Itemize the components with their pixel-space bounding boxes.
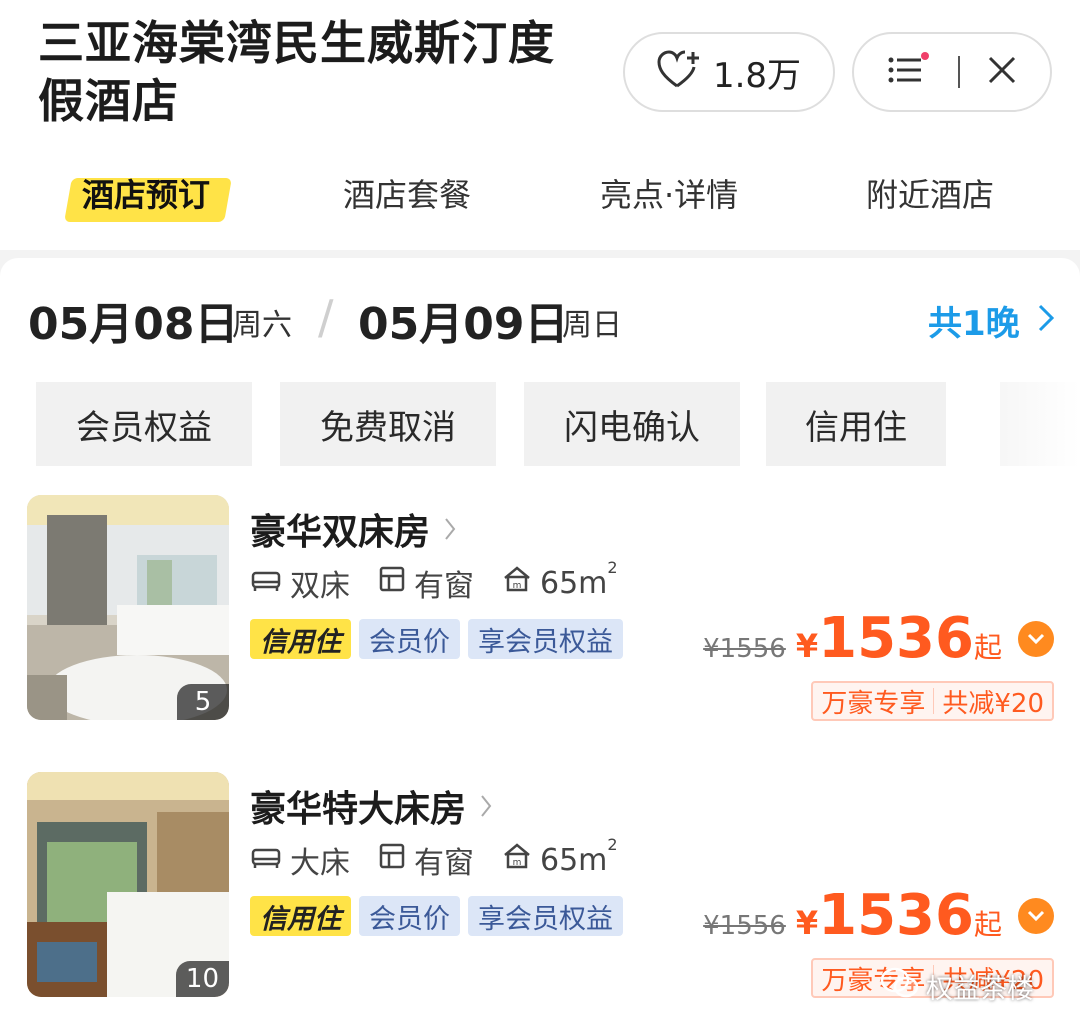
nights-count: 共1晚 [928, 304, 1020, 344]
favorite-count: 1.8万 [712, 55, 802, 96]
tag-member-benefits: 享会员权益 [468, 896, 623, 936]
chevron-right-icon [480, 786, 492, 827]
promo-discount: 共减¥20 [942, 688, 1044, 719]
filter-instant-confirm[interactable]: 闪电确认 [524, 382, 740, 466]
tag-member-benefits: 享会员权益 [468, 619, 623, 659]
watermark: 权益茶楼 [880, 966, 1034, 1007]
bed-type: 双床 [290, 569, 350, 604]
room-area: 65m [540, 565, 608, 601]
photo-count-badge: 5 [177, 684, 229, 720]
bed-type: 大床 [290, 846, 350, 881]
filter-free-cancel[interactable]: 免费取消 [280, 382, 496, 466]
window-attr: 有窗 [378, 838, 474, 882]
checkout-weekday: 周日 [562, 308, 622, 343]
room-card[interactable]: 5 豪华双床房 双床 有窗 m 65m2 信用住 会员价 享会员权益 ¥1556… [0, 495, 1080, 725]
currency-symbol: ¥ [795, 627, 819, 665]
booking-card: 05月08日 周六 / 05月09日 周日 共1晚 会员权益 免费取消 闪电确认… [0, 258, 1080, 1035]
chevron-right-icon [444, 509, 456, 550]
area-superscript: 2 [607, 557, 618, 577]
date-selector[interactable]: 05月08日 周六 / 05月09日 周日 共1晚 [28, 288, 1058, 350]
tab-hotel-packages[interactable]: 酒店套餐 [343, 170, 471, 216]
photo-count-badge: 10 [175, 961, 229, 997]
expand-rates-button[interactable] [1018, 898, 1054, 934]
bed-attr: 大床 [250, 838, 350, 882]
chevron-right-icon [1038, 301, 1054, 341]
bed-icon [250, 566, 282, 601]
room-title[interactable]: 豪华双床房 [250, 503, 456, 555]
tab-nearby-hotels[interactable]: 附近酒店 [866, 170, 994, 216]
tab-highlights-details[interactable]: 亮点·详情 [600, 170, 738, 216]
price-suffix: 起 [973, 908, 1002, 941]
price-block[interactable]: ¥1556 ¥ 1536 起 [703, 888, 1054, 944]
chevron-down-icon [1027, 907, 1045, 926]
checkout-date: 05月09日 [358, 299, 569, 350]
price-suffix: 起 [973, 631, 1002, 664]
house-icon: m [502, 842, 532, 878]
window-icon [378, 842, 406, 878]
room-photo[interactable]: 5 [27, 495, 229, 720]
tag-credit-stay: 信用住 [250, 619, 351, 659]
filter-member-benefits[interactable]: 会员权益 [36, 382, 252, 466]
watermark-text: 权益茶楼 [926, 974, 1034, 1005]
price-block[interactable]: ¥1556 ¥ 1536 起 [703, 611, 1054, 667]
room-title[interactable]: 豪华特大床房 [250, 780, 492, 832]
room-tags: 信用住 会员价 享会员权益 [250, 896, 623, 936]
svg-text:m: m [513, 581, 522, 591]
list-menu-icon[interactable] [887, 52, 931, 92]
tag-credit-stay: 信用住 [250, 896, 351, 936]
window-type: 有窗 [414, 846, 474, 881]
date-separator: / [318, 290, 334, 344]
svg-text:m: m [513, 858, 522, 868]
heart-plus-icon [657, 50, 701, 94]
checkin-weekday: 周六 [232, 308, 292, 343]
chevron-down-icon [1027, 630, 1045, 649]
filter-scroll-fade [1000, 382, 1080, 466]
room-attributes: 双床 有窗 m 65m2 [250, 558, 646, 605]
tab-hotel-booking[interactable]: 酒店预订 [82, 170, 210, 216]
area-attr: m 65m2 [502, 558, 618, 601]
checkin-date: 05月08日 [28, 299, 239, 350]
bed-icon [250, 843, 282, 878]
tab-bar: 酒店预订 酒店套餐 亮点·详情 附近酒店 [0, 160, 1080, 230]
room-price: 1536 [818, 606, 974, 671]
room-attributes: 大床 有窗 m 65m2 [250, 835, 646, 882]
room-photo[interactable]: 10 [27, 772, 229, 997]
room-name: 豪华双床房 [250, 512, 431, 553]
room-name: 豪华特大床房 [250, 789, 467, 830]
original-price: ¥1556 [703, 911, 786, 941]
menu-close-capsule [852, 32, 1052, 112]
house-icon: m [502, 565, 532, 601]
hotel-header: 三亚海棠湾民生威斯汀度假酒店 1.8万 酒店预订 酒店套餐 亮点·详情 附近酒店 [0, 0, 1080, 250]
currency-symbol: ¥ [795, 904, 819, 942]
tag-member-price: 会员价 [359, 619, 460, 659]
nights-link[interactable]: 共1晚 [928, 296, 1054, 345]
close-icon[interactable] [987, 55, 1017, 89]
expand-rates-button[interactable] [1018, 621, 1054, 657]
capsule-divider [957, 56, 960, 88]
room-area: 65m [540, 842, 608, 878]
tag-member-price: 会员价 [359, 896, 460, 936]
window-type: 有窗 [414, 569, 474, 604]
area-attr: m 65m2 [502, 835, 618, 878]
favorite-button[interactable]: 1.8万 [623, 32, 835, 112]
filter-credit-stay[interactable]: 信用住 [766, 382, 946, 466]
room-price: 1536 [818, 883, 974, 948]
hotel-title: 三亚海棠湾民生威斯汀度假酒店 [38, 16, 555, 128]
window-attr: 有窗 [378, 561, 474, 605]
bed-attr: 双床 [250, 561, 350, 605]
promo-badge: 万豪专享 共减¥20 [811, 681, 1054, 721]
window-icon [378, 565, 406, 601]
wechat-icon [880, 966, 920, 1007]
promo-label: 万豪专享 [821, 688, 926, 719]
original-price: ¥1556 [703, 634, 786, 664]
area-superscript: 2 [607, 834, 618, 854]
room-tags: 信用住 会员价 享会员权益 [250, 619, 623, 659]
